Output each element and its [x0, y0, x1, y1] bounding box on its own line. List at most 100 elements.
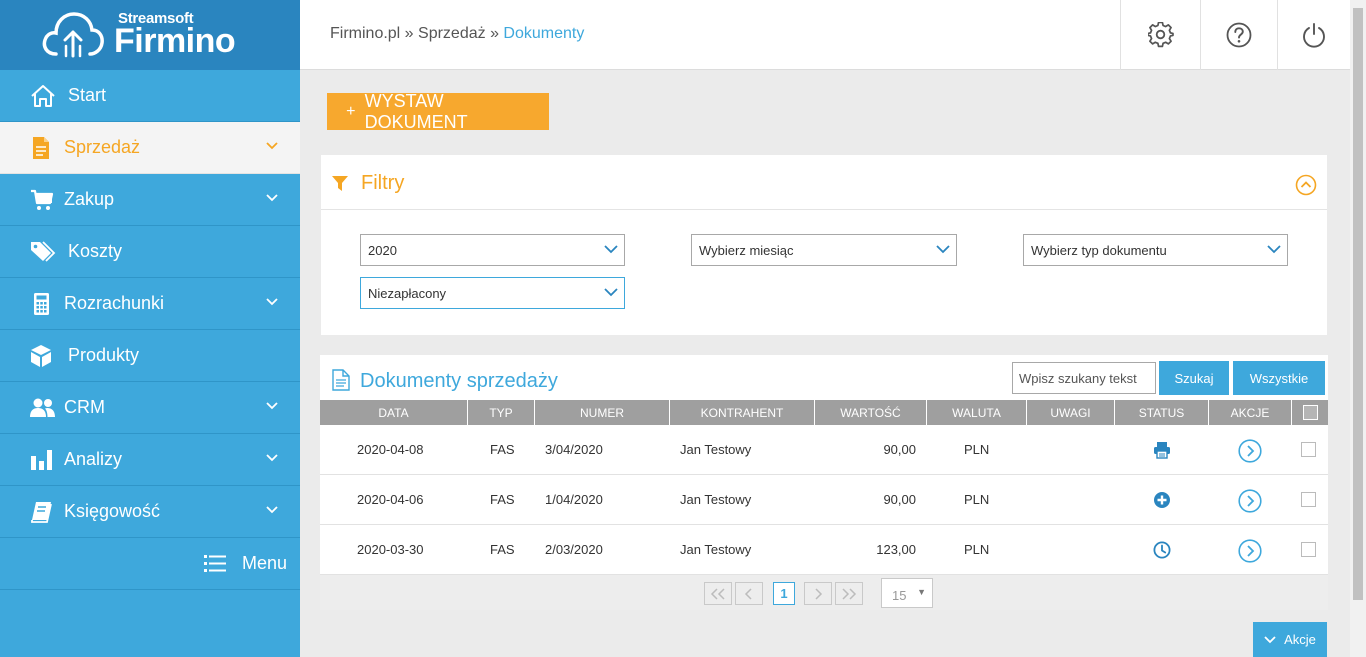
sidebar: Streamsoft Firmino Start Sprzedaż Zakup … — [0, 0, 300, 657]
menu-label: Menu — [242, 553, 288, 573]
menu-toggle[interactable]: Menu — [0, 538, 300, 590]
cell-currency: PLN — [964, 542, 990, 557]
chevron-left-icon — [744, 587, 752, 600]
sidebar-item-crm[interactable]: CRM — [0, 382, 300, 434]
chevron-down-icon — [604, 245, 618, 254]
chevron-right-circle-icon[interactable] — [1238, 439, 1262, 463]
logout-button[interactable] — [1277, 0, 1350, 70]
plus-circle-icon[interactable] — [1153, 491, 1171, 509]
column-header-actions: AKCJE — [1209, 400, 1292, 425]
sidebar-item-label: Produkty — [68, 345, 140, 365]
month-select-value: Wybierz miesiąc — [699, 243, 794, 258]
cell-value: 90,00 — [883, 492, 916, 507]
sidebar-item-label: Zakup — [64, 189, 115, 209]
power-icon — [1303, 23, 1325, 48]
brand-name: Firmino — [114, 22, 236, 60]
row-checkbox[interactable] — [1301, 542, 1316, 557]
sidebar-item-sprzedaz[interactable]: Sprzedaż — [0, 122, 300, 174]
page-size-select[interactable]: 15 ▼ — [881, 578, 933, 608]
month-select[interactable]: Wybierz miesiąc — [691, 234, 957, 266]
page-size-value: 15 — [892, 588, 907, 603]
select-all-checkbox[interactable] — [1302, 405, 1318, 420]
sidebar-item-zakup[interactable]: Zakup — [0, 174, 300, 226]
sidebar-item-ksiegowosc[interactable]: Księgowość — [0, 486, 300, 538]
cell-type: FAS — [490, 442, 515, 457]
issue-document-button[interactable]: + WYSTAW DOKUMENT — [327, 91, 549, 132]
sales-documents-title: Dokumenty sprzedaży — [360, 370, 558, 392]
chevron-down-icon — [604, 288, 618, 297]
chevron-down-icon — [266, 298, 278, 306]
document-outline-icon — [332, 369, 350, 391]
search-button[interactable]: Szukaj — [1159, 361, 1229, 395]
sidebar-item-start[interactable]: Start — [0, 70, 300, 122]
row-checkbox[interactable] — [1301, 492, 1316, 507]
printer-icon[interactable] — [1153, 441, 1171, 459]
breadcrumb-separator: » — [485, 25, 504, 42]
scrollbar-thumb[interactable] — [1353, 8, 1363, 600]
table-row[interactable]: 2020-04-06 FAS 1/04/2020 Jan Testowy 90,… — [320, 475, 1328, 525]
settings-button[interactable] — [1120, 0, 1200, 70]
column-header-notes[interactable]: UWAGI — [1027, 400, 1115, 425]
cart-icon — [31, 189, 54, 210]
current-page[interactable]: 1 — [773, 582, 795, 605]
last-page-button[interactable] — [835, 582, 863, 605]
previous-page-button[interactable] — [735, 582, 763, 605]
help-button[interactable] — [1200, 0, 1277, 70]
gear-icon — [1147, 22, 1174, 48]
cell-value: 123,00 — [876, 542, 916, 557]
sidebar-item-produkty[interactable]: Produkty — [0, 330, 300, 382]
sidebar-item-koszty[interactable]: Koszty — [0, 226, 300, 278]
chevron-up-circle-icon[interactable] — [1295, 174, 1317, 196]
sidebar-item-label: CRM — [64, 397, 105, 417]
payment-status-select[interactable]: Niezapłacony — [360, 277, 625, 309]
sidebar-item-label: Rozrachunki — [64, 293, 165, 313]
column-header-number[interactable]: NUMER — [535, 400, 670, 425]
cell-contractor: Jan Testowy — [680, 542, 752, 557]
breadcrumb-separator: » — [400, 25, 419, 42]
column-header-value[interactable]: WARTOŚĆ — [815, 400, 927, 425]
cell-date: 2020-04-08 — [357, 442, 424, 457]
chevron-right-icon — [815, 587, 823, 600]
search-input[interactable] — [1012, 362, 1156, 394]
actions-button[interactable]: Akcje — [1253, 622, 1327, 657]
cell-date: 2020-04-06 — [357, 492, 424, 507]
bar-chart-icon — [31, 450, 52, 470]
caret-down-icon: ▼ — [917, 587, 926, 597]
logo[interactable]: Streamsoft Firmino — [0, 0, 300, 70]
chevron-right-circle-icon[interactable] — [1238, 489, 1262, 513]
column-header-currency[interactable]: WALUTA — [927, 400, 1027, 425]
show-all-button[interactable]: Wszystkie — [1233, 361, 1325, 395]
chevron-down-icon — [266, 194, 278, 202]
document-icon — [33, 137, 49, 159]
chevron-right-circle-icon[interactable] — [1238, 539, 1262, 563]
year-select-value: 2020 — [368, 243, 397, 258]
sidebar-item-analizy[interactable]: Analizy — [0, 434, 300, 486]
plus-icon: + — [346, 102, 356, 120]
table-row[interactable]: 2020-03-30 FAS 2/03/2020 Jan Testowy 123… — [320, 525, 1328, 575]
breadcrumb-root[interactable]: Firmino.pl — [330, 25, 400, 42]
first-page-button[interactable] — [704, 582, 732, 605]
column-header-type[interactable]: TYP — [468, 400, 535, 425]
breadcrumb-section[interactable]: Sprzedaż — [418, 25, 486, 42]
column-header-contractor[interactable]: KONTRAHENT — [670, 400, 815, 425]
document-type-select[interactable]: Wybierz typ dokumentu — [1023, 234, 1288, 266]
table-row[interactable]: 2020-04-08 FAS 3/04/2020 Jan Testowy 90,… — [320, 425, 1328, 475]
clock-icon[interactable] — [1153, 541, 1171, 559]
cell-type: FAS — [490, 492, 515, 507]
filters-title: Filtry — [361, 172, 405, 194]
pagination: 1 15 ▼ — [320, 575, 1328, 610]
column-header-date[interactable]: DATA — [320, 400, 468, 425]
next-page-button[interactable] — [804, 582, 832, 605]
chevron-down-icon — [266, 506, 278, 514]
year-select[interactable]: 2020 — [360, 234, 625, 266]
box-icon — [31, 345, 51, 367]
column-header-select-all — [1292, 400, 1328, 425]
sidebar-item-label: Sprzedaż — [64, 137, 141, 157]
row-checkbox[interactable] — [1301, 442, 1316, 457]
sidebar-item-rozrachunki[interactable]: Rozrachunki — [0, 278, 300, 330]
cell-number: 3/04/2020 — [545, 442, 603, 457]
column-header-status[interactable]: STATUS — [1115, 400, 1209, 425]
actions-button-label: Akcje — [1284, 632, 1316, 647]
filters-header[interactable]: Filtry — [321, 155, 1327, 210]
chevron-down-icon — [1267, 245, 1281, 254]
